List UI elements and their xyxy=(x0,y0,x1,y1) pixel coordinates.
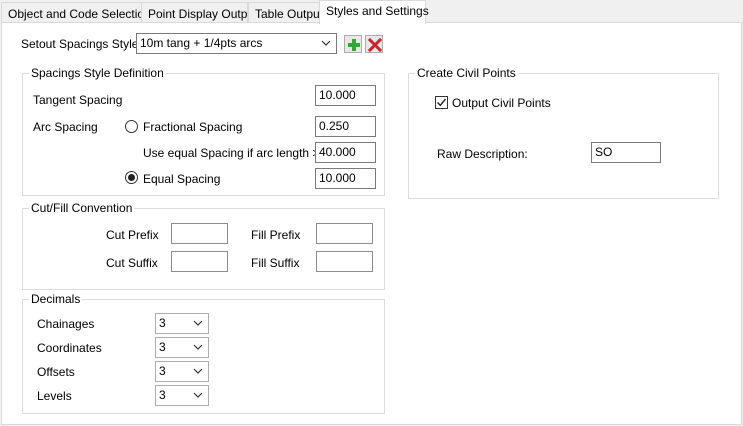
chevron-down-icon xyxy=(193,392,203,398)
fill-prefix-label: Fill Prefix xyxy=(251,228,301,242)
setout-style-dropdown[interactable]: 10m tang + 1/4pts arcs xyxy=(136,33,337,54)
equal-spacing-radio[interactable] xyxy=(125,171,138,184)
raw-description-input[interactable]: SO xyxy=(591,142,661,163)
spacings-style-title: Spacings Style Definition xyxy=(29,66,166,80)
fractional-spacing-input[interactable]: 0.250 xyxy=(315,116,376,137)
equal-spacing-label: Equal Spacing xyxy=(143,172,221,186)
plus-icon xyxy=(348,39,360,51)
fill-suffix-input[interactable] xyxy=(316,251,373,272)
cut-fill-title: Cut/Fill Convention xyxy=(29,201,135,215)
cut-prefix-input[interactable] xyxy=(171,223,228,244)
delete-x-icon xyxy=(368,38,382,52)
levels-value: 3 xyxy=(159,388,166,402)
offsets-dropdown[interactable]: 3 xyxy=(155,361,209,382)
decimals-title: Decimals xyxy=(29,292,83,306)
chainages-value: 3 xyxy=(159,316,166,330)
chainages-dropdown[interactable]: 3 xyxy=(155,313,209,334)
fractional-spacing-label: Fractional Spacing xyxy=(143,120,243,134)
offsets-value: 3 xyxy=(159,364,166,378)
cut-suffix-label: Cut Suffix xyxy=(106,256,158,270)
cut-prefix-label: Cut Prefix xyxy=(106,228,159,242)
raw-description-label: Raw Description: xyxy=(437,147,528,161)
chevron-down-icon xyxy=(321,40,331,46)
chainages-label: Chainages xyxy=(37,317,95,331)
output-civil-points-label: Output Civil Points xyxy=(452,96,551,110)
add-style-button[interactable] xyxy=(344,35,362,53)
tangent-spacing-label: Tangent Spacing xyxy=(33,93,123,107)
cut-suffix-input[interactable] xyxy=(171,251,228,272)
civil-points-group: Create Civil Points xyxy=(408,66,719,199)
civil-points-title: Create Civil Points xyxy=(415,66,518,80)
equal-if-arc-length-label: Use equal Spacing if arc length > xyxy=(143,146,320,160)
tab-object-and-code-selection[interactable]: Object and Code Selection xyxy=(1,2,151,22)
offsets-label: Offsets xyxy=(37,365,75,379)
output-civil-points-checkbox[interactable] xyxy=(435,96,448,109)
equal-if-arc-length-input[interactable]: 40.000 xyxy=(315,142,376,163)
cut-fill-group: Cut/Fill Convention xyxy=(22,201,385,290)
checkmark-icon xyxy=(437,98,447,107)
equal-spacing-input[interactable]: 10.000 xyxy=(315,168,376,189)
delete-style-button[interactable] xyxy=(365,35,383,53)
coordinates-value: 3 xyxy=(159,340,166,354)
levels-label: Levels xyxy=(37,389,72,403)
chevron-down-icon xyxy=(193,320,203,326)
tab-table-output[interactable]: Table Output xyxy=(248,2,323,22)
tab-point-display-output[interactable]: Point Display Output xyxy=(141,2,257,22)
fractional-spacing-radio[interactable] xyxy=(125,120,138,133)
coordinates-dropdown[interactable]: 3 xyxy=(155,337,209,358)
setout-style-value: 10m tang + 1/4pts arcs xyxy=(140,36,263,50)
fill-prefix-input[interactable] xyxy=(316,223,373,244)
tangent-spacing-input[interactable]: 10.000 xyxy=(315,85,376,106)
fill-suffix-label: Fill Suffix xyxy=(251,256,300,270)
chevron-down-icon xyxy=(193,344,203,350)
arc-spacing-label: Arc Spacing xyxy=(33,120,98,134)
tab-styles-and-settings[interactable]: Styles and Settings xyxy=(319,0,429,24)
setout-style-label: Setout Spacings Style xyxy=(21,37,139,51)
coordinates-label: Coordinates xyxy=(37,341,102,355)
levels-dropdown[interactable]: 3 xyxy=(155,385,209,406)
chevron-down-icon xyxy=(193,368,203,374)
